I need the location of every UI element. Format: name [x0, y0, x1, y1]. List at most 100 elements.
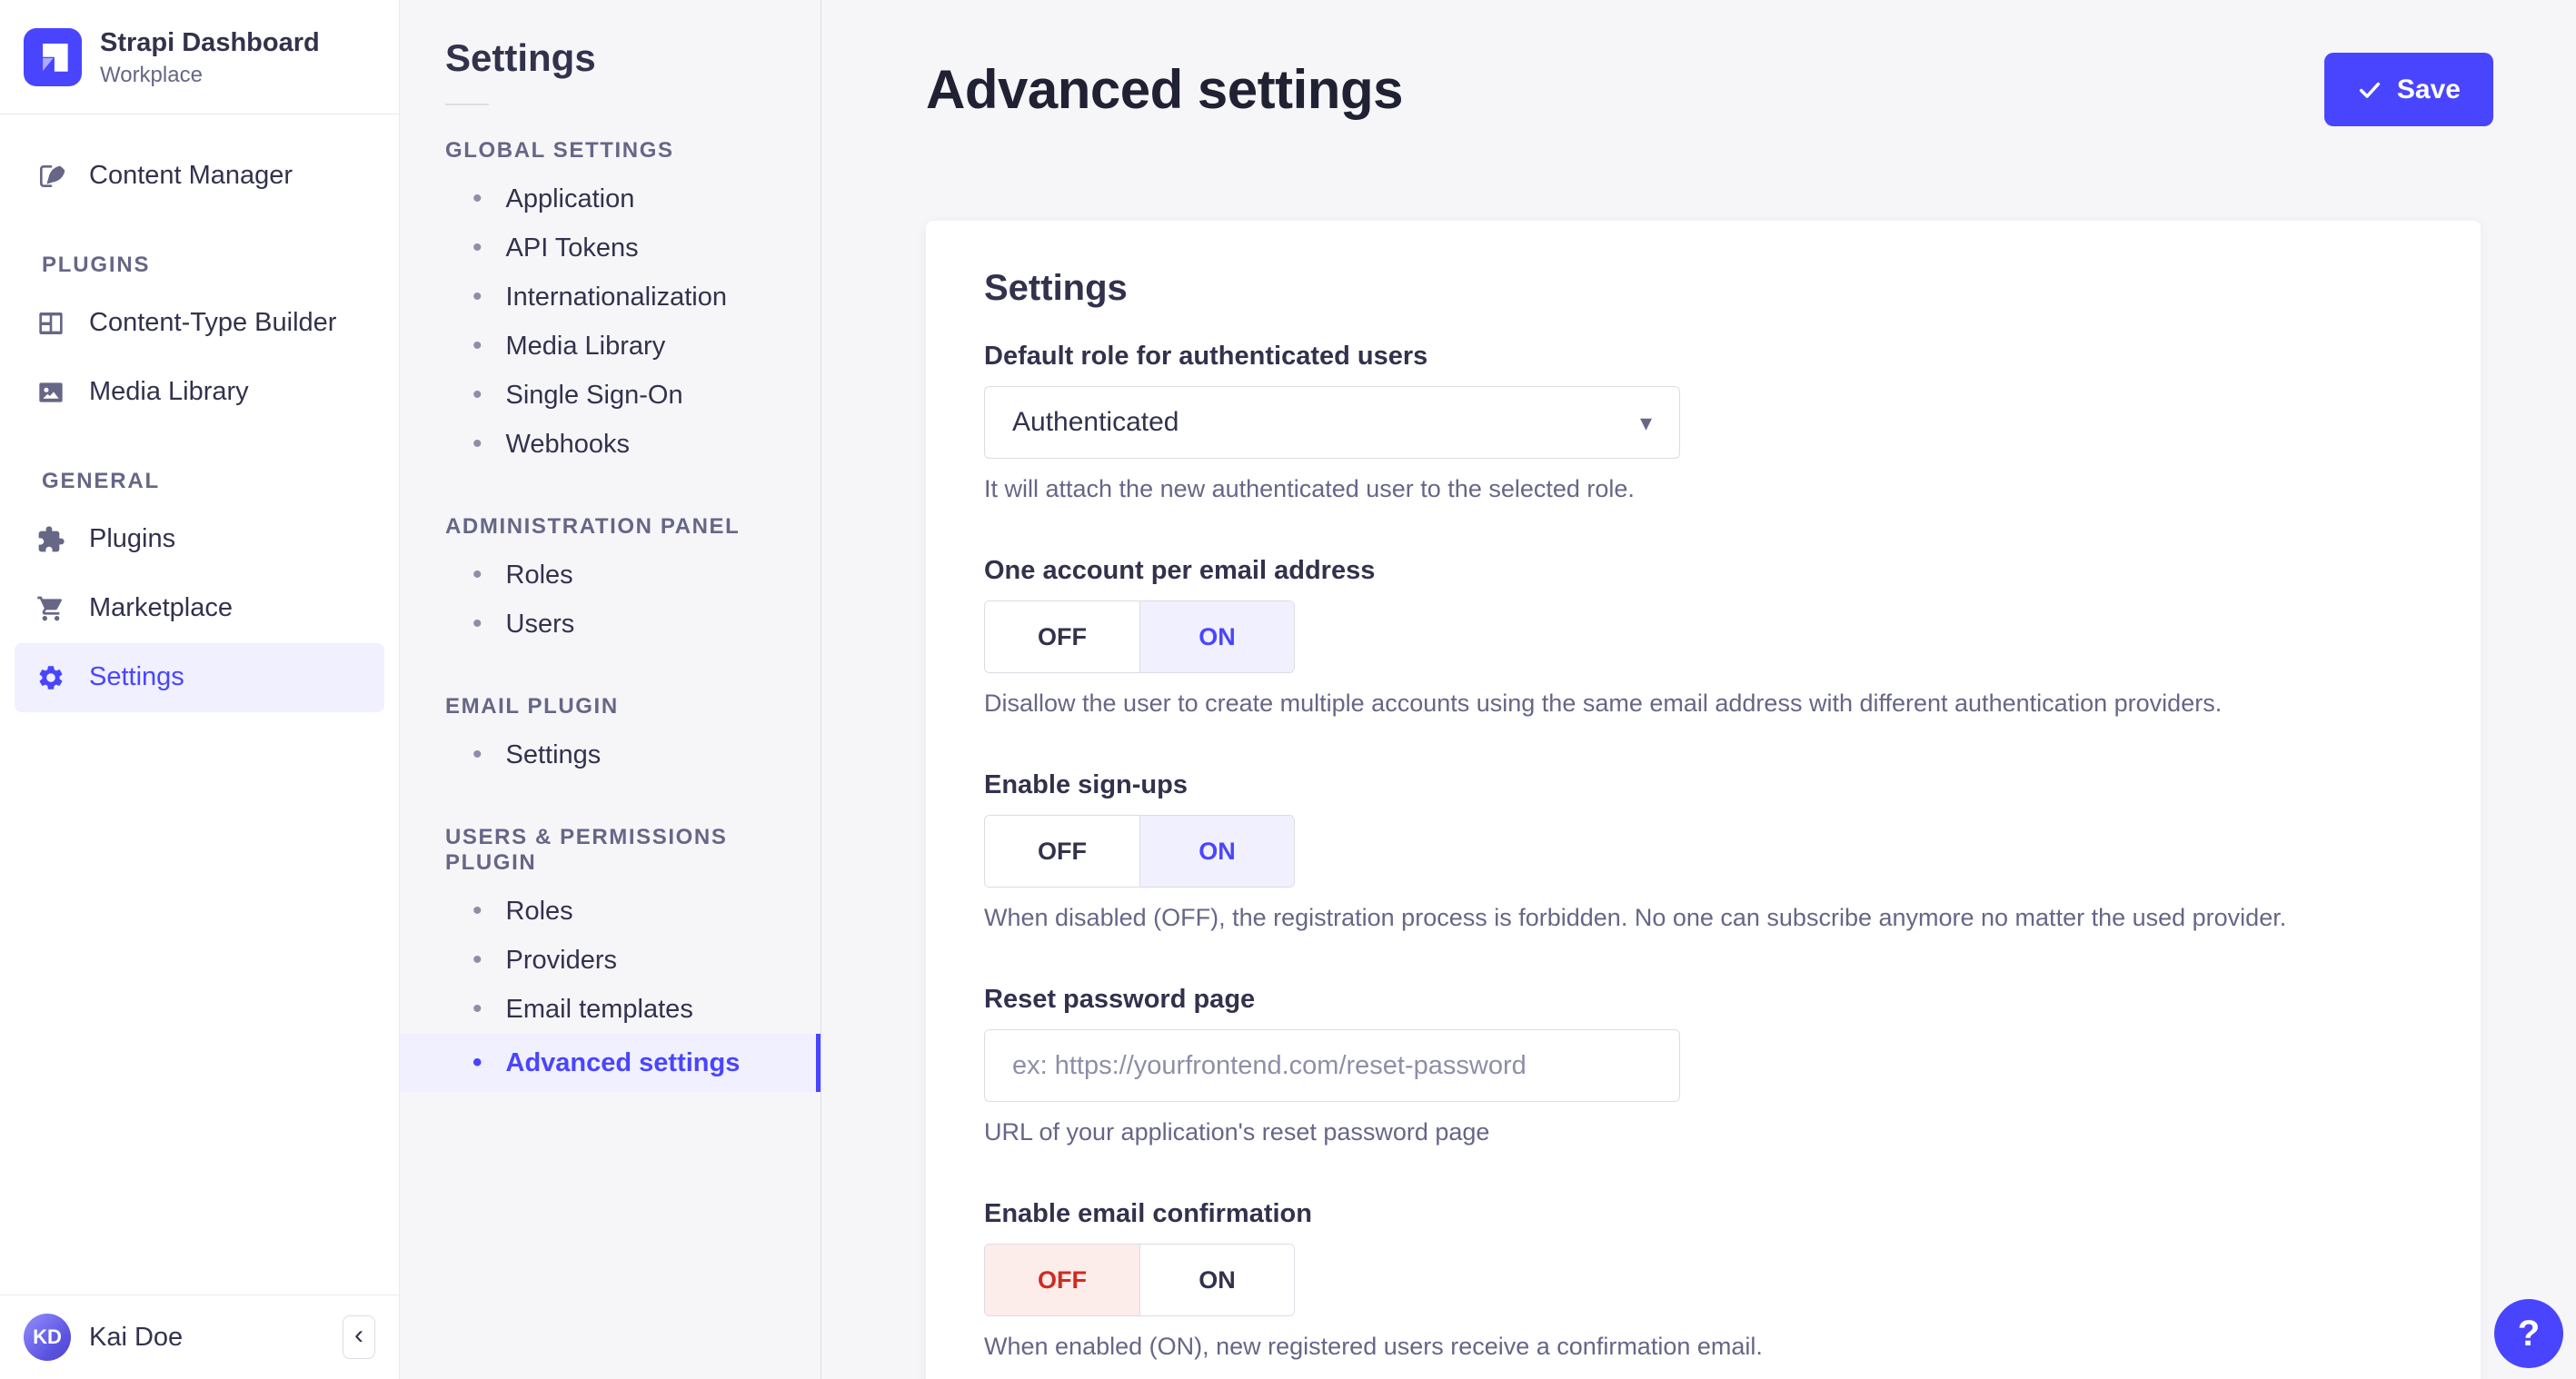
subnav-item-label: Webhooks — [505, 429, 631, 459]
field-label: One account per email address — [984, 556, 1376, 585]
workspace-brand: Strapi Dashboard Workplace — [0, 0, 399, 114]
field-one-account-per-email: One account per email address OFF ON Dis… — [984, 556, 2422, 718]
subnav-item-providers[interactable]: • Providers — [400, 936, 821, 985]
subnav-item-email-settings[interactable]: • Settings — [400, 730, 821, 779]
subnav-item-label: Roles — [505, 896, 573, 926]
sidebar-item-plugins[interactable]: Plugins — [0, 505, 399, 574]
avatar[interactable]: KD — [24, 1314, 71, 1361]
toggle-on-option[interactable]: ON — [1139, 601, 1294, 672]
subnav-section-global-settings: GLOBAL SETTINGS — [445, 138, 674, 163]
subnav-item-media-library[interactable]: • Media Library — [400, 322, 821, 371]
picture-icon — [36, 378, 65, 407]
help-button[interactable]: ? — [2494, 1299, 2563, 1368]
page-title: Advanced settings — [926, 59, 1403, 120]
field-enable-email-confirmation: Enable email confirmation OFF ON When en… — [984, 1199, 2422, 1361]
sidebar-item-content-type-builder[interactable]: Content-Type Builder — [0, 289, 399, 358]
default-role-select[interactable]: Authenticated ▾ — [984, 386, 1680, 459]
subnav-item-webhooks[interactable]: • Webhooks — [400, 420, 821, 469]
panel-heading: Settings — [984, 268, 1128, 308]
subnav-item-admin-roles[interactable]: • Roles — [400, 551, 821, 600]
subnav-section-administration-panel: ADMINISTRATION PANEL — [445, 514, 741, 539]
subnav-item-label: Providers — [505, 945, 618, 975]
bullet-icon: • — [472, 896, 482, 926]
toggle-on-option[interactable]: ON — [1139, 816, 1294, 887]
chevron-left-icon: ‹ — [354, 1320, 363, 1350]
page-header: Advanced settings Save — [821, 0, 2576, 126]
subnav-item-label: Roles — [505, 560, 573, 590]
sidebar-section-plugins: PLUGINS — [42, 252, 151, 277]
sidebar-item-label: Content Manager — [89, 161, 293, 191]
subnav-item-label: Settings — [505, 739, 602, 769]
user-name[interactable]: Kai Doe — [89, 1323, 183, 1353]
field-hint: URL of your application's reset password… — [984, 1118, 1490, 1146]
sidebar-item-marketplace[interactable]: Marketplace — [0, 574, 399, 643]
bullet-icon: • — [472, 331, 482, 361]
gear-icon — [36, 663, 65, 692]
bullet-icon: • — [472, 945, 482, 975]
sidebar-item-media-library[interactable]: Media Library — [0, 358, 399, 427]
sidebar-item-settings[interactable]: Settings — [15, 642, 384, 712]
settings-panel: Settings Default role for authenticated … — [926, 221, 2481, 1379]
bullet-icon: • — [472, 380, 482, 410]
sidebar-item-label: Media Library — [89, 377, 249, 407]
subnav-item-label: Email templates — [505, 994, 693, 1024]
subnav-item-advanced-settings[interactable]: • Advanced settings — [400, 1034, 821, 1092]
field-label: Enable email confirmation — [984, 1199, 1312, 1228]
subnav-section-email-plugin: EMAIL PLUGIN — [445, 694, 619, 719]
save-button[interactable]: Save — [2323, 53, 2493, 126]
subnav-item-admin-users[interactable]: • Users — [400, 600, 821, 649]
subnav-item-email-templates[interactable]: • Email templates — [400, 985, 821, 1034]
subnav-item-label: Users — [505, 609, 575, 639]
toggle-off-option[interactable]: OFF — [985, 816, 1139, 887]
settings-subnav: Settings GLOBAL SETTINGS • Application •… — [400, 0, 821, 1379]
subnav-item-application[interactable]: • Application — [400, 174, 821, 223]
bullet-icon: • — [472, 560, 482, 590]
subnav-item-label: Single Sign-On — [505, 380, 683, 410]
subnav-item-label: Internationalization — [505, 282, 727, 312]
subnav-item-up-roles[interactable]: • Roles — [400, 887, 821, 936]
subnav-item-internationalization[interactable]: • Internationalization — [400, 273, 821, 322]
bullet-icon: • — [472, 184, 482, 213]
layout-grid-icon — [36, 309, 65, 338]
toggle-off-option[interactable]: OFF — [985, 601, 1139, 672]
check-icon — [2359, 82, 2381, 98]
sidebar-footer: KD Kai Doe ‹ — [0, 1295, 399, 1379]
workspace-name: Strapi Dashboard — [100, 28, 320, 57]
question-mark-icon: ? — [2517, 1313, 2541, 1354]
reset-password-page-input[interactable] — [984, 1029, 1680, 1102]
sidebar-item-content-manager[interactable]: Content Manager — [0, 142, 399, 211]
toggle-off-option[interactable]: OFF — [985, 1245, 1139, 1315]
chevron-down-icon: ▾ — [1639, 408, 1652, 436]
subnav-item-api-tokens[interactable]: • API Tokens — [400, 223, 821, 273]
enable-sign-ups-toggle: OFF ON — [984, 815, 1295, 888]
field-label: Enable sign-ups — [984, 770, 1188, 799]
feather-edit-icon — [36, 162, 65, 191]
toggle-on-option[interactable]: ON — [1139, 1245, 1294, 1315]
subnav-title: Settings — [445, 36, 596, 79]
bullet-icon: • — [472, 609, 482, 639]
divider — [445, 104, 489, 105]
bullet-icon: • — [472, 429, 482, 459]
puzzle-icon — [36, 525, 65, 554]
field-label: Default role for authenticated users — [984, 342, 1428, 371]
subnav-item-single-sign-on[interactable]: • Single Sign-On — [400, 371, 821, 420]
field-reset-password-page: Reset password page URL of your applicat… — [984, 985, 2422, 1146]
subnav-item-label: API Tokens — [505, 233, 639, 263]
one-account-per-email-toggle: OFF ON — [984, 600, 1295, 673]
sidebar-item-label: Marketplace — [89, 593, 233, 623]
sidebar-nav: Content Manager PLUGINS Content-Type Bui… — [0, 114, 399, 1295]
bullet-icon: • — [472, 1047, 482, 1077]
bullet-icon: • — [472, 233, 482, 263]
main-content: Advanced settings Save Settings Default … — [821, 0, 2576, 1379]
field-hint: When enabled (ON), new registered users … — [984, 1333, 1763, 1360]
select-value: Authenticated — [1012, 407, 1179, 437]
collapse-sidebar-button[interactable]: ‹ — [343, 1315, 375, 1359]
bullet-icon: • — [472, 282, 482, 312]
save-button-label: Save — [2396, 74, 2461, 104]
subnav-item-label: Application — [505, 184, 635, 213]
sidebar-item-label: Content-Type Builder — [89, 308, 337, 338]
enable-email-confirmation-toggle: OFF ON — [984, 1244, 1295, 1316]
field-hint: It will attach the new authenticated use… — [984, 475, 1635, 502]
subnav-section-users-permissions: USERS & PERMISSIONS PLUGIN — [445, 825, 728, 875]
field-label: Reset password page — [984, 985, 1256, 1014]
